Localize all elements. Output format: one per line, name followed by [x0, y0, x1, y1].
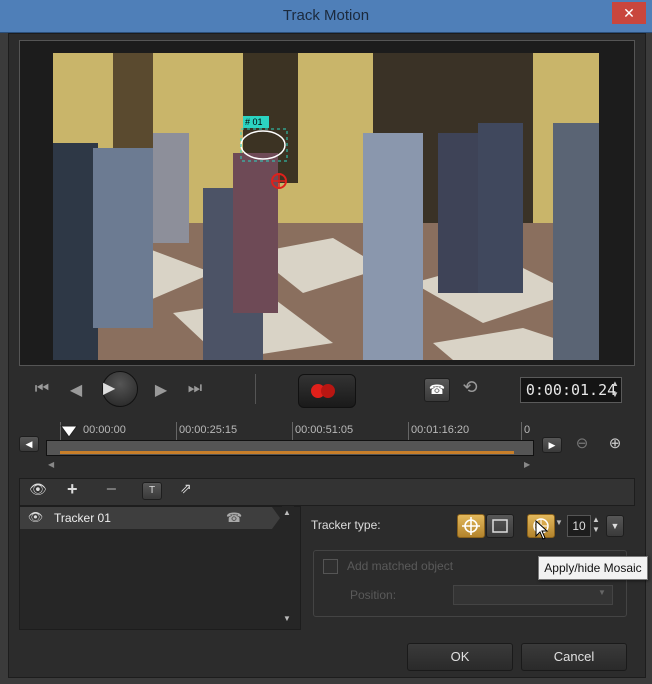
playhead-handle[interactable] — [60, 425, 78, 439]
next-frame-icon[interactable]: ▶ — [152, 380, 170, 399]
timeline-progress — [60, 451, 514, 454]
timeline-ruler: 00:00:00 00:00:25:15 00:00:51:05 00:01:1… — [46, 420, 532, 442]
rename-icon[interactable]: T — [142, 482, 162, 500]
record-icon-dot — [321, 384, 335, 398]
tracker-list-scrollbar[interactable] — [282, 506, 294, 628]
history-icon[interactable]: ⟲ — [458, 377, 482, 401]
close-button[interactable]: ✕ — [612, 2, 646, 24]
mosaic-size-input[interactable]: 10 — [567, 515, 591, 537]
tracker-visibility-icon[interactable]: 👁 — [28, 510, 44, 526]
area-tracker-button[interactable] — [486, 514, 514, 538]
go-start-icon: ◀ — [19, 436, 39, 452]
tick-line — [176, 422, 177, 440]
last-frame-icon[interactable]: ⏭ — [186, 380, 204, 398]
tracker-type-label: Tracker type: — [311, 518, 381, 532]
video-scene: # 01 — [53, 53, 599, 360]
tracker-item-arrow — [272, 507, 280, 529]
tracker-path-icon: ☎ — [226, 510, 243, 525]
video-preview[interactable]: # 01 — [53, 53, 599, 360]
crosshair-icon — [462, 517, 480, 535]
add-tracker-icon[interactable]: + — [67, 479, 85, 499]
add-matched-object-label: Add matched object — [347, 559, 454, 573]
prev-frame-icon[interactable]: ◀ — [67, 380, 85, 399]
mosaic-size-spinner[interactable]: ▲ ▼ — [590, 515, 602, 535]
remove-tracker-icon[interactable]: − — [106, 479, 124, 499]
tracker-name: Tracker 01 — [54, 511, 111, 525]
tooltip: Apply/hide Mosaic — [538, 556, 648, 580]
ok-button[interactable]: OK — [407, 643, 513, 671]
position-label: Position: — [350, 588, 397, 602]
area-icon — [492, 519, 508, 533]
zoom-out-icon[interactable]: ⊖ — [573, 434, 591, 452]
scroll-right-icon[interactable]: ▶ — [524, 460, 530, 469]
play-icon: ▶ — [103, 380, 116, 397]
play-button[interactable]: ▶ — [102, 371, 138, 407]
first-frame-icon[interactable]: ⏮ — [33, 380, 51, 398]
cancel-button[interactable]: Cancel — [521, 643, 627, 671]
tick-line — [292, 422, 293, 440]
timeline-start-button[interactable]: ◀ — [19, 436, 39, 452]
path-icon[interactable]: ☎ — [424, 378, 450, 402]
tick-label: 0 — [524, 424, 531, 436]
tick-label: 00:01:16:20 — [411, 424, 470, 436]
mosaic-options-button[interactable]: ▼ — [606, 515, 624, 537]
position-select[interactable] — [453, 585, 613, 605]
scroll-down-icon[interactable]: ▼ — [283, 614, 291, 623]
tick-line — [408, 422, 409, 440]
go-end-icon[interactable]: ▶ — [542, 437, 562, 453]
timecode-spinner[interactable]: ▲ ▼ — [610, 378, 620, 400]
scroll-left-icon[interactable]: ◀ — [48, 460, 54, 469]
window-title: Track Motion — [282, 7, 370, 24]
tick-line — [521, 422, 522, 440]
timecode-display[interactable]: 0:00:01.24 — [520, 377, 622, 403]
point-tracker-button[interactable] — [457, 514, 485, 538]
scroll-up-icon[interactable]: ▲ — [283, 508, 291, 517]
tick-label: 00:00:00 — [83, 424, 126, 436]
tick-label: 00:00:25:15 — [179, 424, 238, 436]
zoom-in-icon[interactable]: ⊕ — [606, 434, 624, 452]
visibility-icon[interactable]: 👁 — [29, 481, 47, 499]
position-select-arrow-icon: ▼ — [598, 588, 606, 597]
export-icon[interactable]: ⇗ — [180, 480, 198, 498]
control-divider — [255, 374, 256, 404]
tracker-overlay-label: # 01 — [245, 117, 263, 127]
mosaic-dropdown-icon[interactable]: ▼ — [555, 518, 563, 527]
add-matched-object-checkbox[interactable] — [323, 559, 338, 574]
tick-label: 00:00:51:05 — [295, 424, 354, 436]
record-button[interactable] — [298, 374, 356, 408]
mouse-cursor-icon — [535, 519, 549, 540]
